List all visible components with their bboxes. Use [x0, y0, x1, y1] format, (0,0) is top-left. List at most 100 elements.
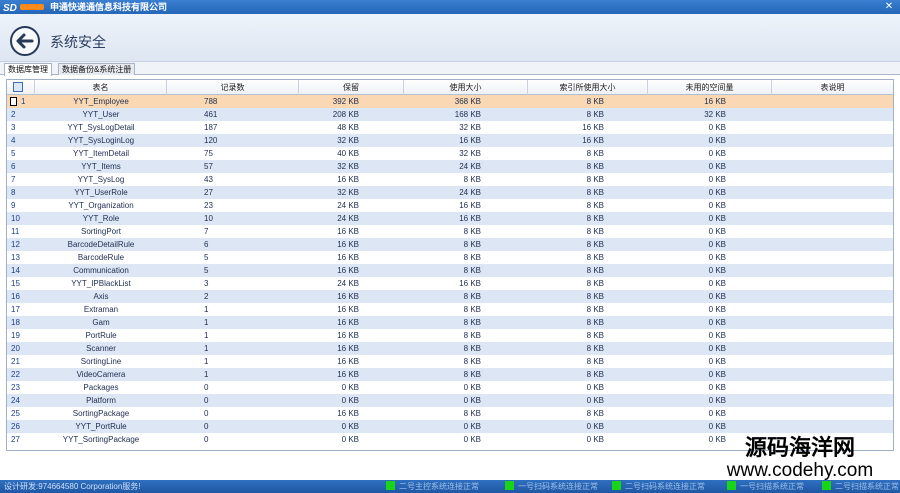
table-row[interactable]: 26 YYT_PortRule 0 0 KB 0 KB 0 KB 0 KB	[7, 420, 893, 433]
cell-description	[772, 95, 893, 108]
cell-unused-space: 0 KB	[708, 188, 726, 197]
cell-description	[772, 264, 893, 277]
cell-unused-space: 0 KB	[708, 201, 726, 210]
cell-index-size: 8 KB	[586, 240, 604, 249]
cell-description	[772, 160, 893, 173]
cell-index-size: 8 KB	[586, 149, 604, 158]
cell-used-size: 32 KB	[459, 123, 481, 132]
cell-used-size: 8 KB	[463, 357, 481, 366]
watermark-title: 源码海洋网	[744, 435, 855, 460]
cell-reserved: 16 KB	[337, 305, 359, 314]
column-header-unused-space[interactable]: 未用的空间量	[648, 80, 772, 95]
table-row[interactable]: 5 YYT_ItemDetail 75 40 KB 32 KB 8 KB 0 KB	[7, 147, 893, 160]
cell-index-size: 8 KB	[586, 175, 604, 184]
table-row[interactable]: 3 YYT_SysLogDetail 187 48 KB 32 KB 16 KB 0 KB	[7, 121, 893, 134]
cell-record-count: 7	[204, 227, 209, 236]
page-title: 系统安全	[50, 34, 106, 50]
tab-backup-registration[interactable]: 数据备份&系统注册	[58, 63, 136, 75]
cell-table-name: YYT_Role	[82, 214, 120, 223]
column-header-reserved[interactable]: 保留	[299, 80, 404, 95]
cell-table-name: PortRule	[85, 331, 117, 340]
table-row[interactable]: 7 YYT_SysLog 43 16 KB 8 KB 8 KB 0 KB	[7, 173, 893, 186]
cell-reserved: 32 KB	[337, 188, 359, 197]
row-number: 5	[11, 149, 16, 158]
table-row[interactable]: 18 Gam 1 16 KB 8 KB 8 KB 0 KB	[7, 316, 893, 329]
cell-unused-space: 0 KB	[708, 149, 726, 158]
column-header-table-name[interactable]: 表名	[35, 80, 167, 95]
column-header-index-size[interactable]: 索引所使用大小	[528, 80, 648, 95]
cell-used-size: 8 KB	[463, 305, 481, 314]
table-row[interactable]: 8 YYT_UserRole 27 32 KB 24 KB 8 KB 0 KB	[7, 186, 893, 199]
cell-index-size: 8 KB	[586, 162, 604, 171]
cell-reserved: 32 KB	[337, 162, 359, 171]
table-row[interactable]: 22 VideoCamera 1 16 KB 8 KB 8 KB 0 KB	[7, 368, 893, 381]
cell-description	[772, 303, 893, 316]
cell-index-size: 8 KB	[586, 97, 604, 106]
table-row[interactable]: 9 YYT_Organization 23 24 KB 16 KB 8 KB 0 KB	[7, 199, 893, 212]
cell-description	[772, 212, 893, 225]
cell-reserved: 16 KB	[337, 409, 359, 418]
row-number: 27	[11, 435, 20, 444]
cell-reserved: 16 KB	[337, 240, 359, 249]
cell-index-size: 8 KB	[586, 201, 604, 210]
table-row[interactable]: 13 BarcodeRule 5 16 KB 8 KB 8 KB 0 KB	[7, 251, 893, 264]
row-number: 19	[11, 331, 20, 340]
cell-reserved: 24 KB	[337, 201, 359, 210]
table-row[interactable]: 15 YYT_IPBlackList 3 24 KB 16 KB 8 KB 0 KB	[7, 277, 893, 290]
cell-record-count: 0	[204, 396, 209, 405]
cell-record-count: 43	[204, 175, 213, 184]
close-button[interactable]: ✕	[882, 1, 896, 13]
tab-strip: 数据库管理 数据备份&系统注册	[0, 62, 900, 76]
cell-index-size: 8 KB	[586, 253, 604, 262]
tab-database-management[interactable]: 数据库管理	[4, 63, 52, 76]
table-row[interactable]: 12 BarcodeDetailRule 6 16 KB 8 KB 8 KB 0 KB	[7, 238, 893, 251]
cell-used-size: 16 KB	[459, 214, 481, 223]
cell-unused-space: 0 KB	[708, 240, 726, 249]
row-number: 7	[11, 175, 16, 184]
table-row[interactable]: 25 SortingPackage 0 16 KB 8 KB 8 KB 0 KB	[7, 407, 893, 420]
back-button[interactable]	[10, 26, 40, 56]
cell-record-count: 120	[204, 136, 218, 145]
table-row[interactable]: 16 Axis 2 16 KB 8 KB 8 KB 0 KB	[7, 290, 893, 303]
cell-reserved: 24 KB	[337, 214, 359, 223]
cell-used-size: 8 KB	[463, 318, 481, 327]
column-header-record-count[interactable]: 记录数	[167, 80, 299, 95]
cell-unused-space: 0 KB	[708, 292, 726, 301]
cell-index-size: 8 KB	[586, 266, 604, 275]
table-row[interactable]: 20 Scanner 1 16 KB 8 KB 8 KB 0 KB	[7, 342, 893, 355]
column-header-used-size[interactable]: 使用大小	[404, 80, 528, 95]
table-row[interactable]: 2 YYT_User 461 208 KB 168 KB 8 KB 32 KB	[7, 108, 893, 121]
cell-table-name: YYT_Employee	[73, 97, 129, 106]
cell-unused-space: 0 KB	[708, 162, 726, 171]
cell-description	[772, 368, 893, 381]
row-number: 21	[11, 357, 20, 366]
table-row[interactable]: 24 Platform 0 0 KB 0 KB 0 KB 0 KB	[7, 394, 893, 407]
table-row[interactable]: 6 YYT_Items 57 32 KB 24 KB 8 KB 0 KB	[7, 160, 893, 173]
cell-reserved: 16 KB	[337, 253, 359, 262]
table-row[interactable]: 23 Packages 0 0 KB 0 KB 0 KB 0 KB	[7, 381, 893, 394]
table-row[interactable]: 19 PortRule 1 16 KB 8 KB 8 KB 0 KB	[7, 329, 893, 342]
table-row[interactable]: 10 YYT_Role 10 24 KB 16 KB 8 KB 0 KB	[7, 212, 893, 225]
cell-record-count: 6	[204, 240, 209, 249]
table-row[interactable]: 17 Extraman 1 16 KB 8 KB 8 KB 0 KB	[7, 303, 893, 316]
cell-used-size: 16 KB	[459, 201, 481, 210]
row-number: 24	[11, 396, 20, 405]
table-row[interactable]: 11 SortingPort 7 16 KB 8 KB 8 KB 0 KB	[7, 225, 893, 238]
cell-table-name: YYT_Items	[81, 162, 121, 171]
status-item: 一号扫描系统正常	[727, 481, 804, 492]
row-number: 6	[11, 162, 16, 171]
cell-used-size: 8 KB	[463, 175, 481, 184]
cell-unused-space: 32 KB	[704, 110, 726, 119]
column-header-description[interactable]: 表说明	[772, 80, 893, 95]
cell-used-size: 16 KB	[459, 279, 481, 288]
cell-table-name: YYT_SysLog	[77, 175, 125, 184]
status-credit: 设计研发:974664580 Corporation服务!	[4, 482, 141, 491]
table-row[interactable]: 14 Communication 5 16 KB 8 KB 8 KB 0 KB	[7, 264, 893, 277]
app-title: 申通快递通信息科技有限公司	[50, 2, 168, 12]
table-row[interactable]: 21 SortingLine 1 16 KB 8 KB 8 KB 0 KB	[7, 355, 893, 368]
table-row[interactable]: 4 YYT_SysLoginLog 120 32 KB 16 KB 16 KB 0 KB	[7, 134, 893, 147]
cell-description	[772, 329, 893, 342]
cell-description	[772, 316, 893, 329]
cell-index-size: 8 KB	[586, 110, 604, 119]
table-row[interactable]: 1 YYT_Employee 788 392 KB 368 KB 8 KB 16 KB	[7, 95, 893, 108]
